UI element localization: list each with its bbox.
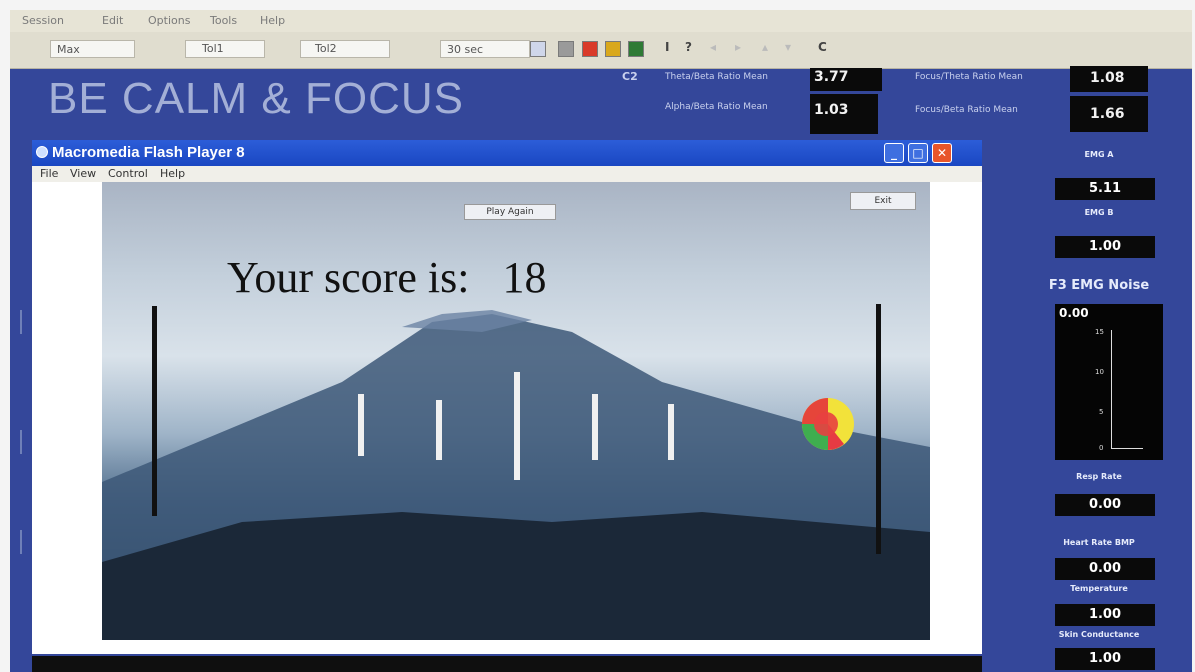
focus-beta-value: 1.66 [1070,96,1148,132]
score-value: 18 [502,253,547,302]
flash-window-title: Macromedia Flash Player 8 [52,144,245,161]
right-metrics-panel: EMG A 5.11 EMG B 1.00 F3 EMG Noise 0.00 … [1015,140,1183,670]
game-bar [358,394,364,456]
resp-rate-value: 0.00 [1055,494,1155,516]
flash-titlebar[interactable]: Macromedia Flash Player 8 _ □ ✕ [32,140,982,166]
help-icon[interactable]: ? [685,40,692,54]
exit-button[interactable]: Exit [850,192,916,210]
left-ruler-tick [20,310,22,334]
pause-icon[interactable] [605,41,621,57]
noise-tick: 15 [1095,328,1104,336]
flash-menu-view[interactable]: View [70,167,96,180]
heart-rate-value: 0.00 [1055,558,1155,580]
left-ruler-tick [20,430,22,454]
game-bar [592,394,598,460]
close-icon[interactable]: ✕ [932,143,952,163]
channel-label: C2 [622,70,638,83]
record-icon[interactable] [582,41,598,57]
focus-theta-value: 1.08 [1070,66,1148,92]
maximize-icon[interactable]: □ [908,143,928,163]
tol2-field[interactable] [300,40,390,58]
menu-session[interactable]: Session [22,14,64,27]
resp-rate-label: Resp Rate [1076,472,1122,481]
arrow-up-icon[interactable]: ▴ [762,40,768,54]
tol1-label: Tol1 [202,42,224,55]
channel-icon[interactable]: C [818,40,827,54]
emg-b-label: EMG B [1084,208,1114,217]
alpha-beta-value: 1.03 [810,94,878,134]
emg-noise-chart: 0.00 15 10 5 0 [1055,304,1163,460]
dropdown-arrow-icon[interactable] [530,41,546,57]
menu-options[interactable]: Options [148,14,190,27]
flash-menu-help[interactable]: Help [160,167,185,180]
score-display: Your score is: 18 [227,252,546,303]
skin-conductance-value: 1.00 [1055,648,1155,670]
beach-ball-icon [802,398,854,450]
flash-menubar: File View Control Help [32,166,982,182]
theta-beta-label: Theta/Beta Ratio Mean [665,72,768,82]
play-again-button[interactable]: Play Again [464,204,556,220]
app-menubar: Session Edit Options Tools Help [10,10,1192,32]
temperature-label: Temperature [1070,584,1128,593]
arrow-down-icon[interactable]: ▾ [785,40,791,54]
flash-menu-file[interactable]: File [40,167,58,180]
game-bar [514,372,520,480]
emg-b-value: 1.00 [1055,236,1155,258]
alpha-beta-label: Alpha/Beta Ratio Mean [665,102,768,112]
noise-tick: 10 [1095,368,1104,376]
minimize-icon[interactable]: _ [884,143,904,163]
noise-axis [1111,330,1112,448]
app-frame: Session Edit Options Tools Help Max Tol1… [10,10,1192,672]
game-bar [668,404,674,460]
menu-help[interactable]: Help [260,14,285,27]
app-toolbar: Max Tol1 Tol2 30 sec I ? ◂ ▸ ▴ ▾ C [10,32,1192,69]
noise-tick: 0 [1099,444,1104,452]
flash-app-icon [36,146,48,158]
play-icon[interactable] [628,41,644,57]
left-ruler-tick [20,530,22,554]
left-goal-post [152,306,157,516]
temperature-value: 1.00 [1055,604,1155,626]
score-label: Your score is: [227,253,470,302]
tol2-label: Tol2 [315,42,337,55]
heart-rate-label: Heart Rate BMP [1063,538,1135,547]
status-bar [32,656,982,672]
tol1-field[interactable] [185,40,265,58]
info-icon[interactable]: I [665,40,669,54]
menu-edit[interactable]: Edit [102,14,123,27]
focus-beta-label: Focus/Beta Ratio Mean [915,105,1018,115]
game-area[interactable]: Play Again Exit Your score is: 18 [102,182,930,640]
arrow-right-icon[interactable]: ▸ [735,40,741,54]
emg-a-label: EMG A [1084,150,1114,159]
noise-value: 0.00 [1059,306,1089,320]
noise-title: F3 EMG Noise [1048,278,1150,293]
flash-menu-control[interactable]: Control [108,167,148,180]
right-goal-post [876,304,881,554]
focus-theta-label: Focus/Theta Ratio Mean [915,72,1023,82]
max-field[interactable]: Max [50,40,135,58]
menu-tools[interactable]: Tools [210,14,237,27]
stop-icon[interactable] [558,41,574,57]
arrow-left-icon[interactable]: ◂ [710,40,716,54]
skin-conductance-label: Skin Conductance [1058,630,1140,639]
app-title: BE CALM & FOCUS [48,74,464,123]
emg-a-value: 5.11 [1055,178,1155,200]
noise-tick: 5 [1099,408,1104,416]
game-bar [436,400,442,460]
noise-axis [1111,448,1143,449]
theta-beta-value: 3.77 [810,68,882,91]
interval-dropdown[interactable]: 30 sec [440,40,530,58]
flash-player-window: Macromedia Flash Player 8 _ □ ✕ File Vie… [32,140,982,654]
